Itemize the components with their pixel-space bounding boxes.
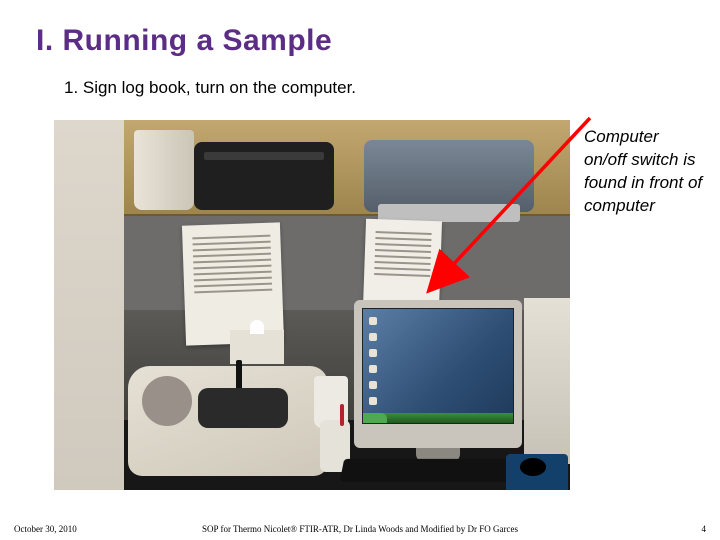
computer-monitor [354, 300, 522, 448]
cup-stack [134, 130, 194, 210]
callout-text: Computer on/off switch is found in front… [584, 126, 704, 218]
slide-footer: October 30, 2010 SOP for Thermo Nicolet®… [0, 524, 720, 534]
keyboard [340, 459, 515, 482]
lab-photo [54, 120, 570, 490]
mouse [520, 458, 546, 476]
computer-tower [524, 298, 570, 464]
slide-title: I. Running a Sample [36, 24, 332, 58]
tissue-box [230, 330, 284, 364]
footer-caption: SOP for Thermo Nicolet® FTIR-ATR, Dr Lin… [0, 524, 720, 534]
ftir-instrument [128, 366, 328, 476]
printer-silver [364, 140, 534, 212]
posted-sheet [182, 222, 284, 345]
step-instruction: 1. Sign log book, turn on the computer. [64, 78, 356, 98]
printer-black [194, 142, 334, 210]
